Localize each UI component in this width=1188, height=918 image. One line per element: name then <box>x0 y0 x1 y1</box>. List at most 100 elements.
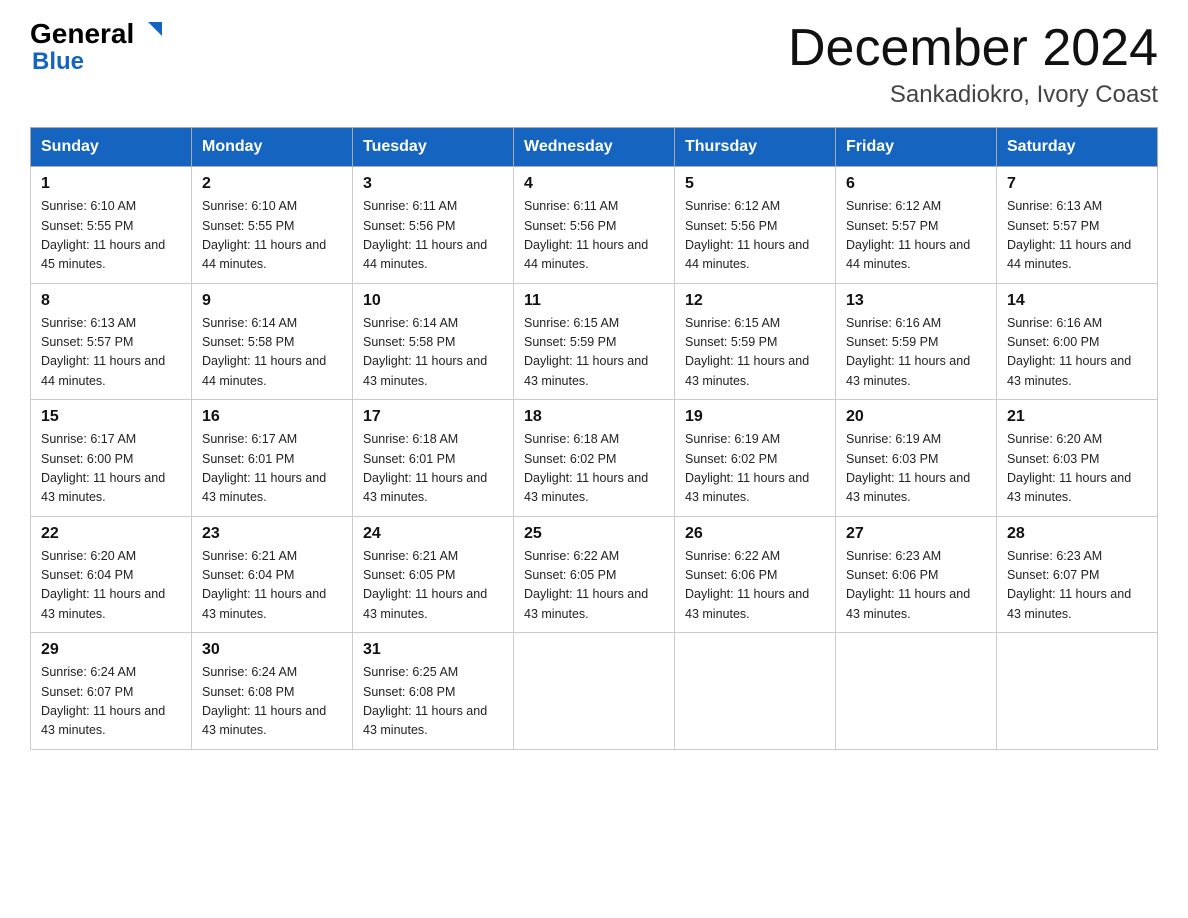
day-info: Sunrise: 6:16 AMSunset: 5:59 PMDaylight:… <box>846 314 986 392</box>
day-info: Sunrise: 6:13 AMSunset: 5:57 PMDaylight:… <box>41 314 181 392</box>
calendar-cell <box>675 633 836 750</box>
day-number: 26 <box>685 525 825 543</box>
month-title: December 2024 <box>788 20 1158 77</box>
day-number: 28 <box>1007 525 1147 543</box>
day-number: 20 <box>846 408 986 426</box>
logo-general-text: General <box>30 20 143 48</box>
day-info: Sunrise: 6:23 AMSunset: 6:06 PMDaylight:… <box>846 547 986 625</box>
calendar-cell: 20 Sunrise: 6:19 AMSunset: 6:03 PMDayligh… <box>836 400 997 517</box>
day-number: 9 <box>202 292 342 310</box>
day-number: 22 <box>41 525 181 543</box>
day-info: Sunrise: 6:22 AMSunset: 6:05 PMDaylight:… <box>524 547 664 625</box>
calendar-cell: 10 Sunrise: 6:14 AMSunset: 5:58 PMDayligh… <box>353 283 514 400</box>
day-number: 7 <box>1007 175 1147 193</box>
calendar-cell: 15 Sunrise: 6:17 AMSunset: 6:00 PMDayligh… <box>31 400 192 517</box>
header-friday: Friday <box>836 128 997 167</box>
calendar-cell: 22 Sunrise: 6:20 AMSunset: 6:04 PMDayligh… <box>31 516 192 633</box>
calendar-cell: 26 Sunrise: 6:22 AMSunset: 6:06 PMDayligh… <box>675 516 836 633</box>
day-number: 15 <box>41 408 181 426</box>
calendar-week-row: 22 Sunrise: 6:20 AMSunset: 6:04 PMDayligh… <box>31 516 1158 633</box>
calendar-cell <box>997 633 1158 750</box>
calendar-header-row: SundayMondayTuesdayWednesdayThursdayFrid… <box>31 128 1158 167</box>
day-info: Sunrise: 6:10 AMSunset: 5:55 PMDaylight:… <box>41 197 181 275</box>
day-number: 2 <box>202 175 342 193</box>
day-info: Sunrise: 6:20 AMSunset: 6:04 PMDaylight:… <box>41 547 181 625</box>
day-info: Sunrise: 6:20 AMSunset: 6:03 PMDaylight:… <box>1007 430 1147 508</box>
day-number: 10 <box>363 292 503 310</box>
calendar-table: SundayMondayTuesdayWednesdayThursdayFrid… <box>30 127 1158 750</box>
day-info: Sunrise: 6:16 AMSunset: 6:00 PMDaylight:… <box>1007 314 1147 392</box>
calendar-week-row: 1Sunrise: 6:10 AMSunset: 5:55 PMDaylight… <box>31 167 1158 284</box>
day-number: 3 <box>363 175 503 193</box>
calendar-cell: 2 Sunrise: 6:10 AMSunset: 5:55 PMDaylight… <box>192 167 353 284</box>
calendar-cell: 21Sunrise: 6:20 AMSunset: 6:03 PMDayligh… <box>997 400 1158 517</box>
calendar-cell <box>836 633 997 750</box>
day-info: Sunrise: 6:14 AMSunset: 5:58 PMDaylight:… <box>363 314 503 392</box>
calendar-cell: 28 Sunrise: 6:23 AMSunset: 6:07 PMDayligh… <box>997 516 1158 633</box>
day-info: Sunrise: 6:19 AMSunset: 6:02 PMDaylight:… <box>685 430 825 508</box>
calendar-cell: 16 Sunrise: 6:17 AMSunset: 6:01 PMDayligh… <box>192 400 353 517</box>
calendar-cell: 1Sunrise: 6:10 AMSunset: 5:55 PMDaylight… <box>31 167 192 284</box>
logo: General Blue <box>30 20 164 76</box>
calendar-cell: 5Sunrise: 6:12 AMSunset: 5:56 PMDaylight… <box>675 167 836 284</box>
calendar-cell: 14 Sunrise: 6:16 AMSunset: 6:00 PMDayligh… <box>997 283 1158 400</box>
day-info: Sunrise: 6:15 AMSunset: 5:59 PMDaylight:… <box>524 314 664 392</box>
day-info: Sunrise: 6:12 AMSunset: 5:56 PMDaylight:… <box>685 197 825 275</box>
calendar-week-row: 29Sunrise: 6:24 AMSunset: 6:07 PMDayligh… <box>31 633 1158 750</box>
calendar-cell: 27 Sunrise: 6:23 AMSunset: 6:06 PMDayligh… <box>836 516 997 633</box>
calendar-cell: 4Sunrise: 6:11 AMSunset: 5:56 PMDaylight… <box>514 167 675 284</box>
title-section: December 2024 Sankadiokro, Ivory Coast <box>788 20 1158 109</box>
calendar-cell: 29Sunrise: 6:24 AMSunset: 6:07 PMDayligh… <box>31 633 192 750</box>
logo-triangle-icon <box>146 20 164 38</box>
location-title: Sankadiokro, Ivory Coast <box>788 81 1158 109</box>
day-info: Sunrise: 6:19 AMSunset: 6:03 PMDaylight:… <box>846 430 986 508</box>
calendar-cell: 12 Sunrise: 6:15 AMSunset: 5:59 PMDayligh… <box>675 283 836 400</box>
day-info: Sunrise: 6:24 AMSunset: 6:08 PMDaylight:… <box>202 663 342 741</box>
day-number: 25 <box>524 525 664 543</box>
day-number: 13 <box>846 292 986 310</box>
calendar-cell: 6 Sunrise: 6:12 AMSunset: 5:57 PMDaylight… <box>836 167 997 284</box>
calendar-cell: 3Sunrise: 6:11 AMSunset: 5:56 PMDaylight… <box>353 167 514 284</box>
day-info: Sunrise: 6:25 AMSunset: 6:08 PMDaylight:… <box>363 663 503 741</box>
day-number: 24 <box>363 525 503 543</box>
day-number: 6 <box>846 175 986 193</box>
calendar-cell: 24Sunrise: 6:21 AMSunset: 6:05 PMDayligh… <box>353 516 514 633</box>
day-info: Sunrise: 6:10 AMSunset: 5:55 PMDaylight:… <box>202 197 342 275</box>
day-info: Sunrise: 6:17 AMSunset: 6:00 PMDaylight:… <box>41 430 181 508</box>
header-wednesday: Wednesday <box>514 128 675 167</box>
day-info: Sunrise: 6:21 AMSunset: 6:04 PMDaylight:… <box>202 547 342 625</box>
day-number: 8 <box>41 292 181 310</box>
day-info: Sunrise: 6:17 AMSunset: 6:01 PMDaylight:… <box>202 430 342 508</box>
day-number: 17 <box>363 408 503 426</box>
day-number: 30 <box>202 641 342 659</box>
day-number: 18 <box>524 408 664 426</box>
day-info: Sunrise: 6:11 AMSunset: 5:56 PMDaylight:… <box>524 197 664 275</box>
day-number: 27 <box>846 525 986 543</box>
day-number: 31 <box>363 641 503 659</box>
day-info: Sunrise: 6:12 AMSunset: 5:57 PMDaylight:… <box>846 197 986 275</box>
calendar-week-row: 15 Sunrise: 6:17 AMSunset: 6:00 PMDayligh… <box>31 400 1158 517</box>
header-sunday: Sunday <box>31 128 192 167</box>
calendar-cell: 13 Sunrise: 6:16 AMSunset: 5:59 PMDayligh… <box>836 283 997 400</box>
day-info: Sunrise: 6:18 AMSunset: 6:02 PMDaylight:… <box>524 430 664 508</box>
calendar-cell: 31 Sunrise: 6:25 AMSunset: 6:08 PMDayligh… <box>353 633 514 750</box>
day-info: Sunrise: 6:23 AMSunset: 6:07 PMDaylight:… <box>1007 547 1147 625</box>
day-info: Sunrise: 6:15 AMSunset: 5:59 PMDaylight:… <box>685 314 825 392</box>
calendar-week-row: 8 Sunrise: 6:13 AMSunset: 5:57 PMDaylight… <box>31 283 1158 400</box>
calendar-cell: 11 Sunrise: 6:15 AMSunset: 5:59 PMDayligh… <box>514 283 675 400</box>
day-info: Sunrise: 6:13 AMSunset: 5:57 PMDaylight:… <box>1007 197 1147 275</box>
day-number: 14 <box>1007 292 1147 310</box>
calendar-cell: 9Sunrise: 6:14 AMSunset: 5:58 PMDaylight… <box>192 283 353 400</box>
day-number: 12 <box>685 292 825 310</box>
calendar-cell: 18 Sunrise: 6:18 AMSunset: 6:02 PMDayligh… <box>514 400 675 517</box>
header-thursday: Thursday <box>675 128 836 167</box>
day-number: 23 <box>202 525 342 543</box>
calendar-cell: 7 Sunrise: 6:13 AMSunset: 5:57 PMDaylight… <box>997 167 1158 284</box>
day-number: 11 <box>524 292 664 310</box>
day-info: Sunrise: 6:22 AMSunset: 6:06 PMDaylight:… <box>685 547 825 625</box>
day-number: 19 <box>685 408 825 426</box>
header-monday: Monday <box>192 128 353 167</box>
calendar-cell: 19 Sunrise: 6:19 AMSunset: 6:02 PMDayligh… <box>675 400 836 517</box>
calendar-cell: 23 Sunrise: 6:21 AMSunset: 6:04 PMDayligh… <box>192 516 353 633</box>
day-number: 16 <box>202 408 342 426</box>
